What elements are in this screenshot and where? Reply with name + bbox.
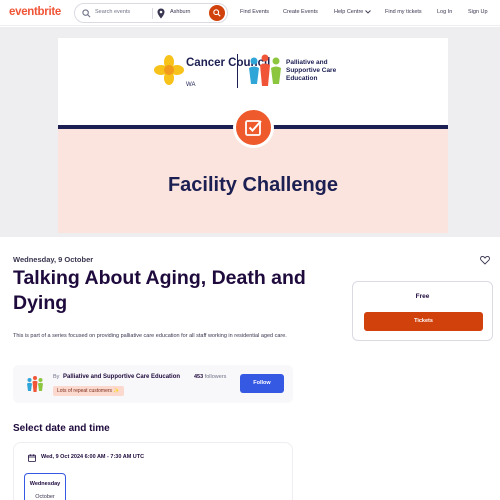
nav-help-centre-label: Help Centre <box>334 9 364 15</box>
organizer-name[interactable]: Palliative and Supportive Care Education <box>63 374 180 380</box>
event-summary: This is part of a series focused on prov… <box>13 333 287 339</box>
cancer-council-region: WA <box>186 82 196 88</box>
search-bar[interactable]: Search events Ashburn <box>74 3 228 23</box>
people-logo-icon <box>249 54 281 86</box>
location-input[interactable]: Ashburn <box>170 9 191 15</box>
repeat-customers-badge: Lots of repeat customers ✨ <box>53 386 124 396</box>
event-page: eventbrite Search events Ashburn Find Ev… <box>0 0 500 500</box>
heart-icon[interactable] <box>480 255 490 265</box>
selected-datetime: Wed, 9 Oct 2024 6:00 AM - 7:30 AM UTC <box>41 454 145 460</box>
search-input[interactable]: Search events <box>95 9 130 15</box>
search-divider <box>152 8 153 19</box>
nav-sign-up[interactable]: Sign Up <box>468 9 488 15</box>
nav-log-in[interactable]: Log In <box>437 9 452 15</box>
organizer-by-label: By <box>53 374 60 380</box>
nav-help-centre[interactable]: Help Centre <box>334 9 372 15</box>
date-tile-day: Wednesday <box>29 481 61 487</box>
follow-button[interactable]: Follow <box>240 374 284 393</box>
followers-label: followers <box>204 374 227 380</box>
ticket-panel: Free Tickets <box>352 281 493 341</box>
organizer-avatar[interactable] <box>26 375 44 393</box>
checkbox-badge <box>233 107 274 148</box>
search-button[interactable] <box>209 5 225 21</box>
search-icon <box>213 9 221 17</box>
daffodil-icon <box>154 55 184 85</box>
ticket-price: Free <box>415 293 430 300</box>
calendar-icon <box>28 454 36 462</box>
tickets-button[interactable]: Tickets <box>364 312 483 331</box>
nav-find-events[interactable]: Find Events <box>240 9 269 15</box>
partner-logo-text: Palliative and Supportive Care Education <box>286 59 336 83</box>
partner-line-2: Supportive Care <box>286 67 337 74</box>
organizer-followers: 453 followers <box>194 374 226 380</box>
select-date-heading: Select date and time <box>13 423 110 434</box>
logo-separator <box>237 54 238 88</box>
sparkle-icon: ✨ <box>113 388 120 394</box>
nav-create-events[interactable]: Create Events <box>283 9 318 15</box>
event-date: Wednesday, 9 October <box>13 255 94 264</box>
checkbox-icon <box>245 120 262 136</box>
organizer-card: By Palliative and Supportive Care Educat… <box>13 365 293 403</box>
chevron-down-icon <box>365 9 372 14</box>
partner-line-3: Education <box>286 75 318 82</box>
eventbrite-logo[interactable]: eventbrite <box>9 6 61 18</box>
event-banner-image: Cancer Council WA Palliative and Support… <box>58 38 448 233</box>
date-tile-option[interactable]: Wednesday October <box>24 473 66 500</box>
top-nav: eventbrite Search events Ashburn Find Ev… <box>0 0 500 26</box>
search-icon <box>82 9 91 18</box>
nav-find-my-tickets[interactable]: Find my tickets <box>385 9 422 15</box>
followers-count: 453 <box>194 374 204 380</box>
banner-title: Facility Challenge <box>167 174 339 196</box>
event-title: Talking About Aging, Death and Dying <box>13 267 306 314</box>
location-pin-icon <box>157 8 165 19</box>
hero-banner: Cancer Council WA Palliative and Support… <box>0 27 500 237</box>
date-selector-card: Wed, 9 Oct 2024 6:00 AM - 7:30 AM UTC We… <box>13 442 293 500</box>
date-tile-month: October <box>35 494 55 500</box>
partner-line-1: Palliative and <box>286 59 328 66</box>
badge-text: Lots of repeat customers <box>57 388 113 394</box>
